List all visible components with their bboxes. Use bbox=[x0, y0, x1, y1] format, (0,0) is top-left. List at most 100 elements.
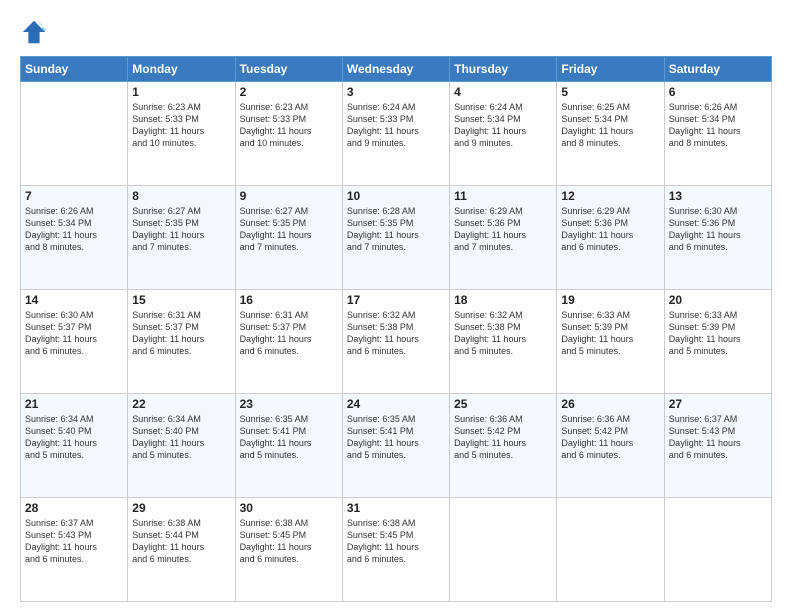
cell-day-number: 25 bbox=[454, 397, 552, 411]
cell-day-number: 4 bbox=[454, 85, 552, 99]
cell-info: Sunrise: 6:38 AM Sunset: 5:44 PM Dayligh… bbox=[132, 517, 230, 566]
week-row-0: 1Sunrise: 6:23 AM Sunset: 5:33 PM Daylig… bbox=[21, 82, 772, 186]
cell-day-number: 3 bbox=[347, 85, 445, 99]
cell-day-number: 31 bbox=[347, 501, 445, 515]
cell-info: Sunrise: 6:29 AM Sunset: 5:36 PM Dayligh… bbox=[561, 205, 659, 254]
cell-info: Sunrise: 6:24 AM Sunset: 5:33 PM Dayligh… bbox=[347, 101, 445, 150]
cell-day-number: 7 bbox=[25, 189, 123, 203]
week-row-3: 21Sunrise: 6:34 AM Sunset: 5:40 PM Dayli… bbox=[21, 394, 772, 498]
calendar-cell: 10 Sunrise: 6:28 AM Sunset: 5:35 PM Dayli… bbox=[342, 186, 449, 290]
cell-info: Sunrise: 6:23 AM Sunset: 5:33 PM Dayligh… bbox=[240, 101, 338, 150]
cell-day-number: 13 bbox=[669, 189, 767, 203]
cell-info: Sunrise: 6:31 AM Sunset: 5:37 PM Dayligh… bbox=[240, 309, 338, 358]
cell-day-number: 11 bbox=[454, 189, 552, 203]
cell-day-number: 19 bbox=[561, 293, 659, 307]
cell-info: Sunrise: 6:36 AM Sunset: 5:42 PM Dayligh… bbox=[561, 413, 659, 462]
cell-info: Sunrise: 6:32 AM Sunset: 5:38 PM Dayligh… bbox=[454, 309, 552, 358]
cell-day-number: 30 bbox=[240, 501, 338, 515]
cell-day-number: 8 bbox=[132, 189, 230, 203]
cell-info: Sunrise: 6:34 AM Sunset: 5:40 PM Dayligh… bbox=[132, 413, 230, 462]
calendar-cell: 19 Sunrise: 6:33 AM Sunset: 5:39 PM Dayli… bbox=[557, 290, 664, 394]
calendar-cell: 15 Sunrise: 6:31 AM Sunset: 5:37 PM Dayli… bbox=[128, 290, 235, 394]
cell-info: Sunrise: 6:23 AM Sunset: 5:33 PM Dayligh… bbox=[132, 101, 230, 150]
cell-day-number: 5 bbox=[561, 85, 659, 99]
cell-info: Sunrise: 6:37 AM Sunset: 5:43 PM Dayligh… bbox=[669, 413, 767, 462]
calendar-cell: 11 Sunrise: 6:29 AM Sunset: 5:36 PM Dayli… bbox=[450, 186, 557, 290]
col-header-wednesday: Wednesday bbox=[342, 57, 449, 82]
cell-info: Sunrise: 6:36 AM Sunset: 5:42 PM Dayligh… bbox=[454, 413, 552, 462]
calendar-table: SundayMondayTuesdayWednesdayThursdayFrid… bbox=[20, 56, 772, 602]
cell-info: Sunrise: 6:27 AM Sunset: 5:35 PM Dayligh… bbox=[132, 205, 230, 254]
calendar-cell: 16 Sunrise: 6:31 AM Sunset: 5:37 PM Dayli… bbox=[235, 290, 342, 394]
cell-day-number: 23 bbox=[240, 397, 338, 411]
calendar-cell: 31 Sunrise: 6:38 AM Sunset: 5:45 PM Dayli… bbox=[342, 498, 449, 602]
cell-day-number: 6 bbox=[669, 85, 767, 99]
calendar-cell: 13Sunrise: 6:30 AM Sunset: 5:36 PM Dayli… bbox=[664, 186, 771, 290]
cell-info: Sunrise: 6:26 AM Sunset: 5:34 PM Dayligh… bbox=[669, 101, 767, 150]
calendar-cell: 29 Sunrise: 6:38 AM Sunset: 5:44 PM Dayli… bbox=[128, 498, 235, 602]
cell-info: Sunrise: 6:38 AM Sunset: 5:45 PM Dayligh… bbox=[240, 517, 338, 566]
calendar-cell: 12 Sunrise: 6:29 AM Sunset: 5:36 PM Dayli… bbox=[557, 186, 664, 290]
cell-day-number: 16 bbox=[240, 293, 338, 307]
cell-day-number: 20 bbox=[669, 293, 767, 307]
week-row-2: 14Sunrise: 6:30 AM Sunset: 5:37 PM Dayli… bbox=[21, 290, 772, 394]
calendar-cell: 26Sunrise: 6:36 AM Sunset: 5:42 PM Dayli… bbox=[557, 394, 664, 498]
week-row-4: 28 Sunrise: 6:37 AM Sunset: 5:43 PM Dayli… bbox=[21, 498, 772, 602]
calendar-cell: 2 Sunrise: 6:23 AM Sunset: 5:33 PM Daylig… bbox=[235, 82, 342, 186]
logo bbox=[20, 18, 52, 46]
cell-day-number: 18 bbox=[454, 293, 552, 307]
cell-info: Sunrise: 6:35 AM Sunset: 5:41 PM Dayligh… bbox=[240, 413, 338, 462]
cell-day-number: 9 bbox=[240, 189, 338, 203]
cell-day-number: 27 bbox=[669, 397, 767, 411]
cell-info: Sunrise: 6:28 AM Sunset: 5:35 PM Dayligh… bbox=[347, 205, 445, 254]
calendar-cell: 24Sunrise: 6:35 AM Sunset: 5:41 PM Dayli… bbox=[342, 394, 449, 498]
col-header-thursday: Thursday bbox=[450, 57, 557, 82]
cell-info: Sunrise: 6:35 AM Sunset: 5:41 PM Dayligh… bbox=[347, 413, 445, 462]
calendar-cell: 20 Sunrise: 6:33 AM Sunset: 5:39 PM Dayli… bbox=[664, 290, 771, 394]
col-header-sunday: Sunday bbox=[21, 57, 128, 82]
calendar-cell: 7 Sunrise: 6:26 AM Sunset: 5:34 PM Daylig… bbox=[21, 186, 128, 290]
calendar-cell: 14Sunrise: 6:30 AM Sunset: 5:37 PM Dayli… bbox=[21, 290, 128, 394]
cell-info: Sunrise: 6:24 AM Sunset: 5:34 PM Dayligh… bbox=[454, 101, 552, 150]
cell-info: Sunrise: 6:38 AM Sunset: 5:45 PM Dayligh… bbox=[347, 517, 445, 566]
cell-info: Sunrise: 6:26 AM Sunset: 5:34 PM Dayligh… bbox=[25, 205, 123, 254]
calendar-cell: 23 Sunrise: 6:35 AM Sunset: 5:41 PM Dayli… bbox=[235, 394, 342, 498]
cell-day-number: 10 bbox=[347, 189, 445, 203]
cell-info: Sunrise: 6:34 AM Sunset: 5:40 PM Dayligh… bbox=[25, 413, 123, 462]
cell-info: Sunrise: 6:31 AM Sunset: 5:37 PM Dayligh… bbox=[132, 309, 230, 358]
calendar-cell: 28 Sunrise: 6:37 AM Sunset: 5:43 PM Dayli… bbox=[21, 498, 128, 602]
calendar-cell: 6 Sunrise: 6:26 AM Sunset: 5:34 PM Daylig… bbox=[664, 82, 771, 186]
calendar-cell: 21Sunrise: 6:34 AM Sunset: 5:40 PM Dayli… bbox=[21, 394, 128, 498]
cell-info: Sunrise: 6:33 AM Sunset: 5:39 PM Dayligh… bbox=[669, 309, 767, 358]
cell-day-number: 12 bbox=[561, 189, 659, 203]
calendar-cell: 25 Sunrise: 6:36 AM Sunset: 5:42 PM Dayli… bbox=[450, 394, 557, 498]
logo-icon bbox=[20, 18, 48, 46]
cell-day-number: 15 bbox=[132, 293, 230, 307]
cell-day-number: 28 bbox=[25, 501, 123, 515]
cell-day-number: 22 bbox=[132, 397, 230, 411]
cell-info: Sunrise: 6:29 AM Sunset: 5:36 PM Dayligh… bbox=[454, 205, 552, 254]
col-header-monday: Monday bbox=[128, 57, 235, 82]
calendar-cell bbox=[664, 498, 771, 602]
cell-day-number: 29 bbox=[132, 501, 230, 515]
calendar-cell: 5Sunrise: 6:25 AM Sunset: 5:34 PM Daylig… bbox=[557, 82, 664, 186]
calendar-cell: 27 Sunrise: 6:37 AM Sunset: 5:43 PM Dayli… bbox=[664, 394, 771, 498]
cell-info: Sunrise: 6:27 AM Sunset: 5:35 PM Dayligh… bbox=[240, 205, 338, 254]
cell-day-number: 2 bbox=[240, 85, 338, 99]
calendar-cell bbox=[450, 498, 557, 602]
calendar-cell: 17Sunrise: 6:32 AM Sunset: 5:38 PM Dayli… bbox=[342, 290, 449, 394]
col-header-friday: Friday bbox=[557, 57, 664, 82]
calendar-cell: 1Sunrise: 6:23 AM Sunset: 5:33 PM Daylig… bbox=[128, 82, 235, 186]
col-header-saturday: Saturday bbox=[664, 57, 771, 82]
calendar-cell bbox=[21, 82, 128, 186]
calendar-cell: 30 Sunrise: 6:38 AM Sunset: 5:45 PM Dayli… bbox=[235, 498, 342, 602]
cell-info: Sunrise: 6:33 AM Sunset: 5:39 PM Dayligh… bbox=[561, 309, 659, 358]
cell-day-number: 17 bbox=[347, 293, 445, 307]
calendar-cell: 8 Sunrise: 6:27 AM Sunset: 5:35 PM Daylig… bbox=[128, 186, 235, 290]
calendar-cell: 3 Sunrise: 6:24 AM Sunset: 5:33 PM Daylig… bbox=[342, 82, 449, 186]
calendar-cell: 4 Sunrise: 6:24 AM Sunset: 5:34 PM Daylig… bbox=[450, 82, 557, 186]
calendar-cell: 22 Sunrise: 6:34 AM Sunset: 5:40 PM Dayli… bbox=[128, 394, 235, 498]
cell-info: Sunrise: 6:37 AM Sunset: 5:43 PM Dayligh… bbox=[25, 517, 123, 566]
calendar-cell: 18 Sunrise: 6:32 AM Sunset: 5:38 PM Dayli… bbox=[450, 290, 557, 394]
header-row: SundayMondayTuesdayWednesdayThursdayFrid… bbox=[21, 57, 772, 82]
